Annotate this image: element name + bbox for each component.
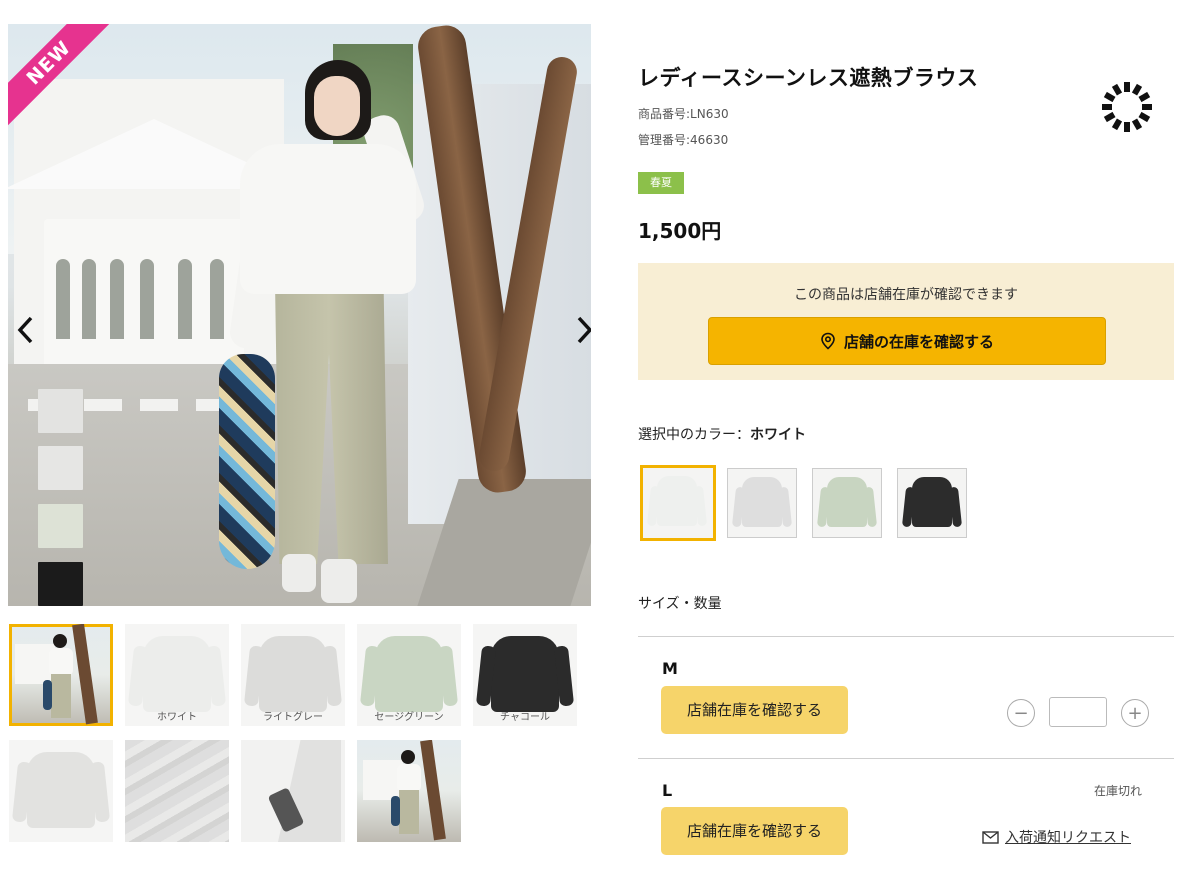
spinner-segment xyxy=(1103,111,1116,123)
next-image-button[interactable] xyxy=(572,314,591,354)
divider xyxy=(638,636,1174,637)
thumbnail[interactable] xyxy=(357,740,461,842)
restock-notify-label: 入荷通知リクエスト xyxy=(1005,830,1131,846)
thumbnail-label: ホワイト xyxy=(157,712,197,723)
shirt-image xyxy=(657,476,697,526)
new-badge: NEW xyxy=(8,24,118,134)
color-option[interactable] xyxy=(727,468,797,538)
spinner-segment xyxy=(1142,104,1152,110)
shirt-image xyxy=(27,752,95,828)
spinner-segment xyxy=(1111,118,1123,131)
spinner-segment xyxy=(1131,83,1143,96)
spinner-segment xyxy=(1138,111,1151,123)
thumbnail[interactable]: チャコール xyxy=(473,624,577,726)
divider xyxy=(638,758,1174,759)
selected-color-value: ホワイト xyxy=(750,427,806,443)
size-m-name: M xyxy=(662,659,678,678)
thumbnail-label: チャコール xyxy=(500,712,550,723)
size-l-name: L xyxy=(662,781,673,800)
selected-color-label: 選択中のカラー： xyxy=(638,427,750,443)
thumbnail-label: ライトグレー xyxy=(263,712,323,723)
thumbnail[interactable] xyxy=(9,740,113,842)
color-swatch[interactable] xyxy=(38,446,83,490)
thumbnail[interactable] xyxy=(125,740,229,842)
thumbnail[interactable]: ホワイト xyxy=(125,624,229,726)
product-title: レディースシーンレス遮熱ブラウス xyxy=(638,66,979,90)
color-option[interactable] xyxy=(812,468,882,538)
spinner-segment xyxy=(1131,118,1143,131)
mail-icon xyxy=(982,830,999,844)
spinner-segment xyxy=(1103,91,1116,103)
prev-image-button[interactable] xyxy=(14,314,38,354)
new-badge-label: NEW xyxy=(8,24,113,127)
shirt-image xyxy=(375,636,443,712)
loading-spinner-icon xyxy=(1102,82,1152,132)
quantity-plus-button[interactable]: + xyxy=(1121,699,1149,727)
chevron-left-icon xyxy=(17,316,33,344)
chevron-right-icon xyxy=(577,316,591,344)
thumbnail[interactable]: セージグリーン xyxy=(357,624,461,726)
spinner-segment xyxy=(1111,83,1123,96)
spinner-segment xyxy=(1124,122,1130,132)
size-quantity-heading: サイズ・数量 xyxy=(638,596,722,612)
model-bag xyxy=(219,354,275,569)
spinner-segment xyxy=(1138,91,1151,103)
check-store-stock-label: 店舗の在庫を確認する xyxy=(843,332,994,351)
thumbnail-label: セージグリーン xyxy=(374,712,444,723)
shirt-image xyxy=(259,636,327,712)
product-number: 商品番号:LN630 xyxy=(638,107,729,121)
spinner-segment xyxy=(1102,104,1112,110)
location-pin-icon xyxy=(821,332,835,350)
size-m-check-stock-button[interactable]: 店舗在庫を確認する xyxy=(661,686,848,734)
shirt-image xyxy=(143,636,211,712)
color-option[interactable] xyxy=(897,468,967,538)
shirt-image xyxy=(742,477,782,527)
selected-color: 選択中のカラー：ホワイト xyxy=(638,424,806,444)
quantity-input[interactable] xyxy=(1049,697,1107,727)
size-l-check-stock-button[interactable]: 店舗在庫を確認する xyxy=(661,807,848,855)
thumbnail[interactable]: ライトグレー xyxy=(241,624,345,726)
color-swatch[interactable] xyxy=(38,504,83,548)
color-option[interactable] xyxy=(640,465,716,541)
spinner-segment xyxy=(1124,82,1130,92)
main-product-image: NEW xyxy=(8,24,591,606)
price: 1,500円 xyxy=(638,219,722,243)
thumbnail[interactable] xyxy=(9,624,113,726)
shirt-image xyxy=(827,477,867,527)
store-stock-panel: この商品は店舗在庫が確認できます 店舗の在庫を確認する xyxy=(638,263,1174,380)
shirt-image xyxy=(491,636,559,712)
quantity-minus-button[interactable]: − xyxy=(1007,699,1035,727)
restock-notify-link[interactable]: 入荷通知リクエスト xyxy=(982,827,1131,847)
season-tag: 春夏 xyxy=(638,172,684,194)
model-face xyxy=(314,76,360,136)
shirt-image xyxy=(912,477,952,527)
management-number: 管理番号:46630 xyxy=(638,133,729,147)
color-swatch[interactable] xyxy=(38,389,83,433)
thumbnail[interactable] xyxy=(241,740,345,842)
color-swatch[interactable] xyxy=(38,562,83,606)
check-store-stock-button[interactable]: 店舗の在庫を確認する xyxy=(708,317,1106,365)
store-stock-message: この商品は店舗在庫が確認できます xyxy=(794,287,1018,303)
out-of-stock-label: 在庫切れ xyxy=(1094,784,1143,798)
model-blouse xyxy=(240,144,416,294)
